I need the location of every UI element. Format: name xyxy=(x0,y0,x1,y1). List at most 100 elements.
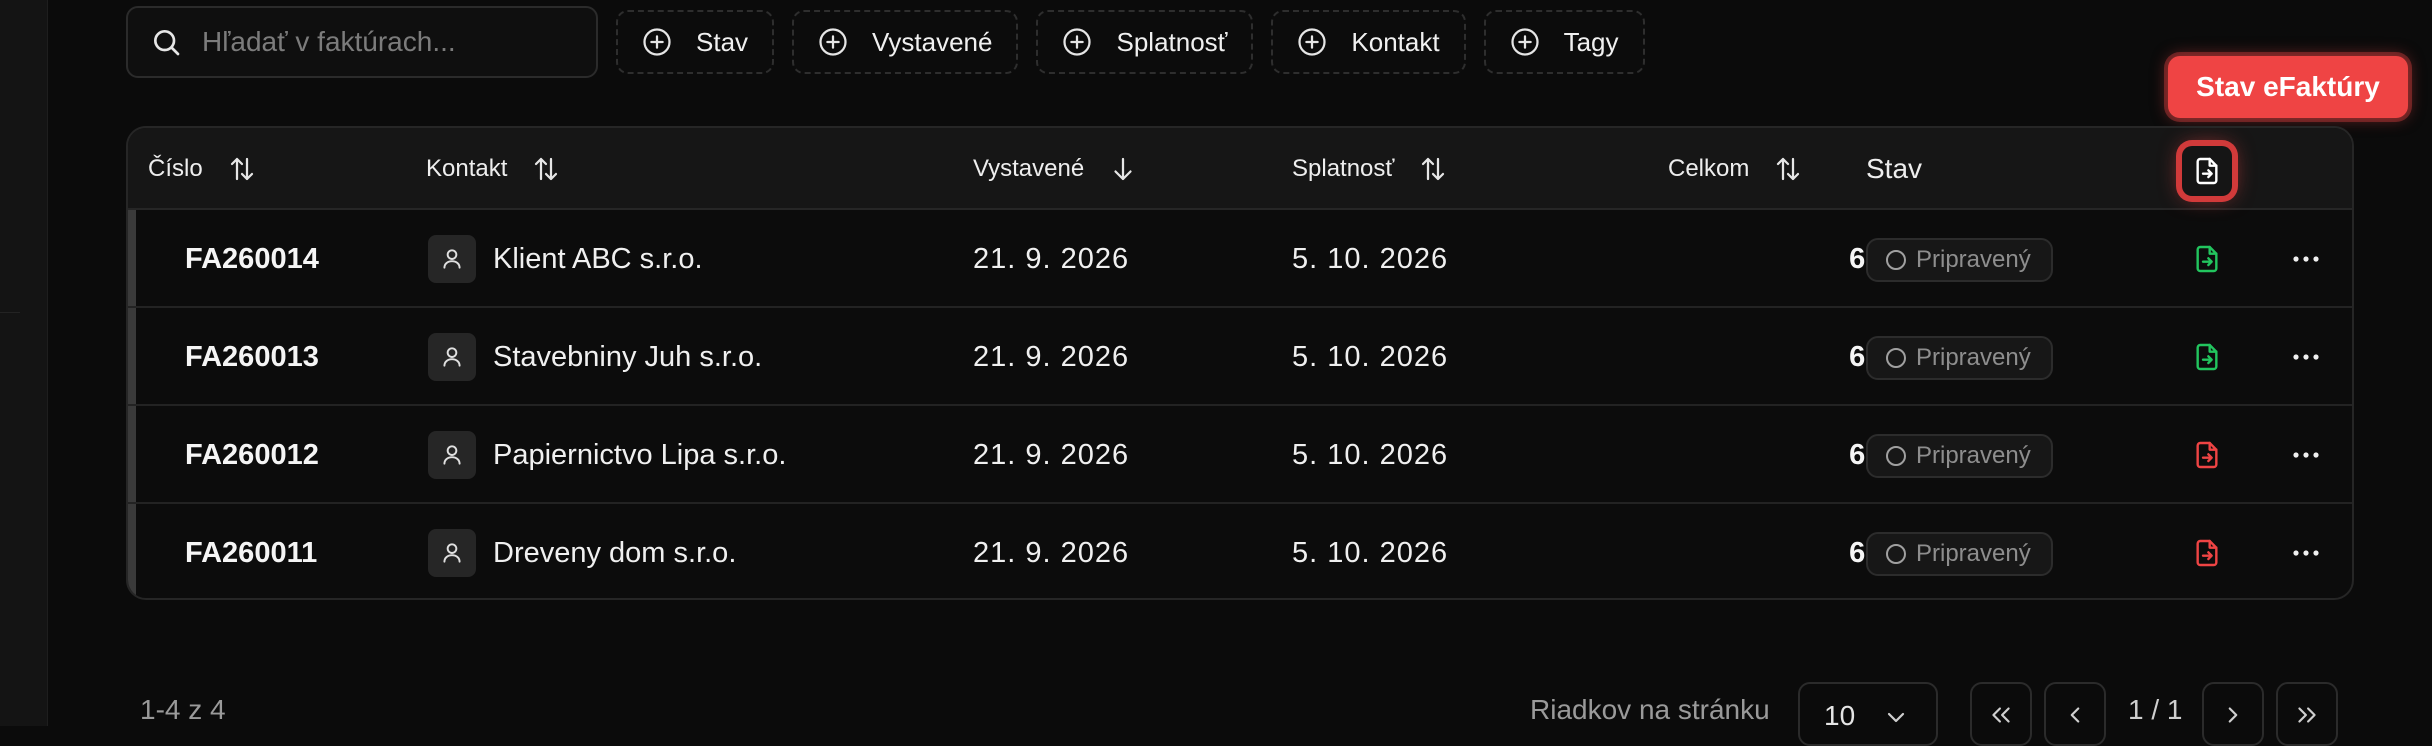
plus-circle-icon xyxy=(643,28,671,56)
row-actions-button[interactable] xyxy=(2278,308,2334,406)
row-actions-button[interactable] xyxy=(2278,406,2334,504)
header-contact[interactable]: Kontakt xyxy=(426,128,561,210)
efaktura-status-button[interactable] xyxy=(2184,504,2230,598)
chevrons-left-icon xyxy=(1992,707,2010,723)
contact-avatar xyxy=(428,235,476,283)
filter-chip-tagy[interactable]: Tagy xyxy=(1483,10,1645,74)
invoice-number[interactable]: FA260011 xyxy=(185,504,317,598)
plus-circle-icon xyxy=(1298,28,1327,56)
user-icon xyxy=(443,445,461,465)
invoice-number[interactable]: FA260012 xyxy=(185,406,319,504)
efaktura-status-button[interactable] xyxy=(2184,308,2230,406)
table-row[interactable]: FA260012 Papiernictvo Lipa s.r.o. 21. 9.… xyxy=(128,406,2352,504)
header-label: Splatnosť xyxy=(1292,155,1395,182)
sort-icon xyxy=(1422,157,1445,181)
status-circle-icon xyxy=(1886,544,1906,564)
status-badge: Pripravený xyxy=(1866,336,2053,380)
plus-circle-icon xyxy=(1063,28,1092,56)
header-issued[interactable]: Vystavené xyxy=(973,128,1138,210)
left-sidebar xyxy=(0,0,48,726)
filter-chip-splatnost[interactable]: Splatnosť xyxy=(1036,10,1254,74)
row-actions-button[interactable] xyxy=(2278,210,2334,308)
table-header: Číslo Kontakt Vystavené Splatnosť Celkom… xyxy=(128,128,2352,210)
efaktura-status-button[interactable] xyxy=(2184,210,2230,308)
filter-chip-kontakt[interactable]: Kontakt xyxy=(1271,10,1466,74)
file-export-icon xyxy=(2196,245,2218,273)
issued-date: 21. 9. 2026 xyxy=(973,242,1130,275)
more-horizontal-icon xyxy=(2293,256,2319,262)
rows-per-page-select[interactable]: 10 xyxy=(1798,682,1938,746)
contact-cell[interactable]: Dreveny dom s.r.o. xyxy=(428,504,736,598)
status-circle-icon xyxy=(1886,250,1906,270)
invoice-number[interactable]: FA260014 xyxy=(185,210,319,308)
next-page-button[interactable] xyxy=(2202,682,2264,746)
status-label: Pripravený xyxy=(1916,344,2031,371)
efaktura-status-button[interactable] xyxy=(2184,406,2230,504)
plus-circle-icon xyxy=(1510,28,1539,56)
header-label: Kontakt xyxy=(426,155,508,182)
row-indicator xyxy=(128,504,136,598)
filter-chip-stav[interactable]: Stav xyxy=(616,10,775,74)
issued-date: 21. 9. 2026 xyxy=(973,536,1130,569)
contact-cell[interactable]: Klient ABC s.r.o. xyxy=(428,210,703,308)
first-page-button[interactable] xyxy=(1970,682,2032,746)
contact-avatar xyxy=(428,333,476,381)
header-due[interactable]: Splatnosť xyxy=(1292,128,1448,210)
header-label: Stav xyxy=(1866,153,1923,184)
contact-name: Papiernictvo Lipa s.r.o. xyxy=(493,438,787,471)
chevron-right-icon xyxy=(2228,707,2238,723)
filter-chip-vystavene[interactable]: Vystavené xyxy=(792,10,1019,74)
filter-chip-label: Vystavené xyxy=(872,26,993,57)
row-actions-button[interactable] xyxy=(2278,504,2334,598)
efaktura-tooltip: Stav eFaktúry xyxy=(2168,56,2408,118)
more-horizontal-icon xyxy=(2293,452,2319,458)
table-row[interactable]: FA260011 Dreveny dom s.r.o. 21. 9. 2026 … xyxy=(128,504,2352,598)
chevrons-right-icon xyxy=(2298,707,2316,723)
user-icon xyxy=(443,543,461,563)
plus-circle-icon xyxy=(819,28,847,56)
contact-name: Klient ABC s.r.o. xyxy=(493,242,703,275)
contact-avatar xyxy=(428,529,476,577)
previous-page-button[interactable] xyxy=(2044,682,2106,746)
search-icon xyxy=(154,30,180,56)
contact-cell[interactable]: Stavebniny Juh s.r.o. xyxy=(428,308,762,406)
row-indicator xyxy=(128,210,136,306)
user-icon xyxy=(443,347,461,367)
search-box[interactable] xyxy=(126,6,598,78)
rows-per-page-label: Riadkov na stránku xyxy=(1530,694,1770,725)
issued-date: 21. 9. 2026 xyxy=(973,438,1130,471)
search-input[interactable] xyxy=(202,26,582,58)
last-page-button[interactable] xyxy=(2276,682,2338,746)
status-circle-icon xyxy=(1886,446,1906,466)
status-label: Pripravený xyxy=(1916,246,2031,273)
status-label: Pripravený xyxy=(1916,442,2031,469)
file-export-icon xyxy=(2196,157,2218,185)
filter-chip-label: Stav xyxy=(696,26,749,57)
rows-per-page-value: 10 xyxy=(1824,700,1856,731)
file-export-icon xyxy=(2196,343,2218,371)
table-row[interactable]: FA260013 Stavebniny Juh s.r.o. 21. 9. 20… xyxy=(128,308,2352,406)
efaktura-status-header-button[interactable] xyxy=(2182,146,2232,196)
due-date: 5. 10. 2026 xyxy=(1292,536,1449,569)
header-total[interactable]: Celkom xyxy=(1668,128,1803,210)
invoice-number[interactable]: FA260013 xyxy=(185,308,319,406)
status-badge: Pripravený xyxy=(1866,238,2053,282)
row-indicator xyxy=(128,406,136,502)
contact-avatar xyxy=(428,431,476,479)
chevron-down-icon xyxy=(1887,712,1905,723)
due-date: 5. 10. 2026 xyxy=(1292,438,1449,471)
sort-icon xyxy=(1777,157,1800,181)
header-label: Číslo xyxy=(148,155,203,182)
filter-chip-label: Splatnosť xyxy=(1116,26,1228,57)
row-indicator xyxy=(128,308,136,404)
header-number[interactable]: Číslo xyxy=(148,128,257,210)
table-row[interactable]: FA260014 Klient ABC s.r.o. 21. 9. 2026 5… xyxy=(128,210,2352,308)
header-label: Celkom xyxy=(1668,155,1750,182)
filter-chip-label: Kontakt xyxy=(1351,26,1440,57)
contact-cell[interactable]: Papiernictvo Lipa s.r.o. xyxy=(428,406,786,504)
more-horizontal-icon xyxy=(2293,354,2319,360)
page-indicator: 1 / 1 xyxy=(2128,694,2183,725)
file-export-icon xyxy=(2196,441,2218,469)
due-date: 5. 10. 2026 xyxy=(1292,340,1449,373)
file-export-icon xyxy=(2196,539,2218,567)
